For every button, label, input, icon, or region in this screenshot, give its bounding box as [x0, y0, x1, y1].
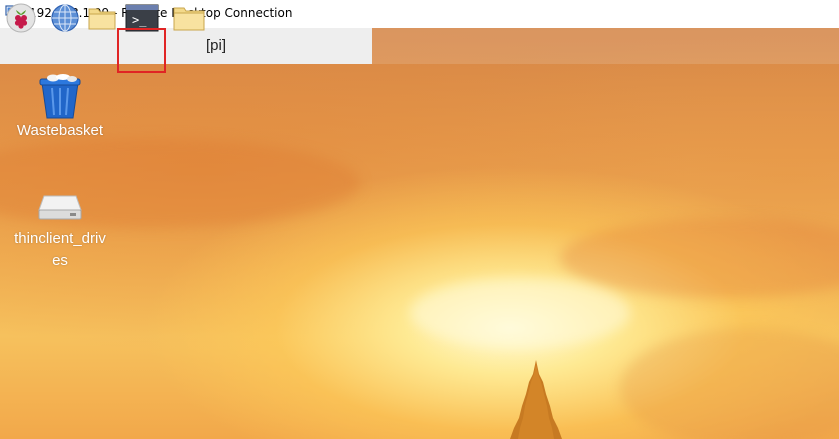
pi-folder-window-label[interactable]: [pi]: [206, 37, 226, 54]
desktop-icon-thinclient-drives[interactable]: thinclient_driv es: [10, 192, 110, 272]
taskbar-panel-empty: [372, 28, 839, 64]
folder-icon: [173, 7, 205, 31]
pagoda-silhouette: [510, 360, 562, 439]
thinclient-drives-label-line2: es: [52, 252, 68, 269]
terminal-highlight-box: [117, 28, 166, 73]
trash-icon: [39, 74, 81, 119]
raspberry-menu-button[interactable]: [4, 0, 38, 36]
desktop-wallpaper: [0, 28, 839, 439]
web-browser-button[interactable]: [48, 0, 82, 36]
pi-folder-window-button[interactable]: [172, 0, 206, 36]
raspberry-icon: [6, 3, 36, 33]
file-manager-button[interactable]: [86, 0, 118, 36]
globe-icon: [51, 4, 79, 32]
thinclient-drives-label-line1: thinclient_driv: [14, 230, 106, 247]
terminal-prompt: >_: [132, 13, 147, 27]
folder-icon: [88, 8, 116, 30]
wastebasket-label: Wastebasket: [16, 122, 104, 139]
drive-icon: [38, 195, 82, 220]
desktop-icon-wastebasket[interactable]: Wastebasket: [10, 74, 110, 142]
